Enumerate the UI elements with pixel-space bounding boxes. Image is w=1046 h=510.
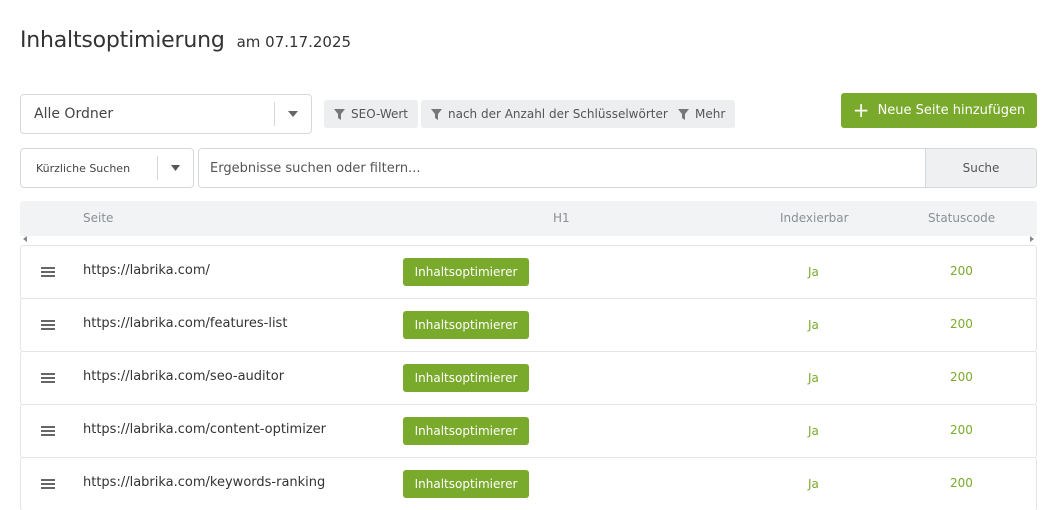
indexable-value: Ja (808, 424, 819, 438)
drag-handle-icon[interactable] (41, 320, 55, 330)
drag-handle-icon[interactable] (41, 479, 55, 489)
scroll-left-icon[interactable] (23, 236, 27, 242)
filter-keyword-count[interactable]: nach der Anzahl der Schlüsselwörter (421, 100, 678, 128)
page-url-link[interactable]: https://labrika.com/ (83, 263, 210, 278)
plus-icon: + (852, 97, 870, 122)
table-row: https://labrika.com/seo-auditor Inhaltso… (20, 351, 1037, 405)
indexable-value: Ja (808, 265, 819, 279)
filter-icon (678, 108, 689, 120)
search-button[interactable]: Suche (925, 149, 1036, 187)
page-header: Inhaltsoptimierung am 07.17.2025 (20, 28, 351, 53)
h1-badge: Inhaltsoptimierer (403, 364, 529, 392)
h1-badge: Inhaltsoptimierer (403, 311, 529, 339)
column-header-page[interactable]: Seite (83, 211, 113, 225)
page-url-link[interactable]: https://labrika.com/seo-auditor (83, 369, 284, 384)
indexable-value: Ja (808, 371, 819, 385)
search-input[interactable] (199, 149, 925, 187)
table-header: Seite H1 Indexierbar Statuscode (20, 201, 1037, 236)
add-page-button-label: Neue Seite hinzufügen (877, 103, 1026, 118)
folder-select[interactable]: Alle Ordner (20, 94, 312, 134)
drag-handle-icon[interactable] (41, 373, 55, 383)
filter-icon (431, 108, 442, 120)
filter-seo-value[interactable]: SEO-Wert (324, 100, 419, 128)
horizontal-scrollbar[interactable] (20, 235, 1037, 245)
status-code-value: 200 (950, 476, 973, 490)
h1-badge: Inhaltsoptimierer (403, 470, 529, 498)
status-code-value: 200 (950, 264, 973, 278)
filter-seo-value-label: SEO-Wert (351, 107, 409, 121)
folder-select-value: Alle Ordner (34, 106, 114, 122)
scroll-right-icon[interactable] (1030, 236, 1034, 242)
table-row: https://labrika.com/ Inhaltsoptimierer J… (20, 245, 1037, 299)
h1-badge: Inhaltsoptimierer (403, 417, 529, 445)
recent-searches-select[interactable]: Kürzliche Suchen (20, 148, 194, 188)
chevron-down-icon[interactable] (275, 111, 311, 117)
filter-keyword-count-label: nach der Anzahl der Schlüsselwörter (448, 107, 668, 121)
column-header-status-code[interactable]: Statuscode (928, 211, 995, 225)
page-url-link[interactable]: https://labrika.com/keywords-ranking (83, 475, 325, 490)
table-row: https://labrika.com/keywords-ranking Inh… (20, 457, 1037, 510)
chevron-down-icon[interactable] (158, 165, 193, 171)
table-row: https://labrika.com/content-optimizer In… (20, 404, 1037, 458)
filter-more-label: Mehr (695, 107, 726, 121)
page-date: am 07.17.2025 (236, 33, 352, 51)
column-header-h1[interactable]: H1 (553, 211, 570, 225)
search-bar: Suche (198, 148, 1037, 188)
status-code-value: 200 (950, 370, 973, 384)
page-url-link[interactable]: https://labrika.com/content-optimizer (83, 422, 326, 437)
drag-handle-icon[interactable] (41, 426, 55, 436)
h1-badge: Inhaltsoptimierer (403, 258, 529, 286)
drag-handle-icon[interactable] (41, 267, 55, 277)
add-page-button[interactable]: + Neue Seite hinzufügen (841, 93, 1037, 128)
recent-searches-value: Kürzliche Suchen (36, 161, 131, 175)
indexable-value: Ja (808, 477, 819, 491)
column-header-indexable[interactable]: Indexierbar (780, 211, 849, 225)
page-url-link[interactable]: https://labrika.com/features-list (83, 316, 287, 331)
filter-more[interactable]: Mehr (668, 100, 736, 128)
page-title: Inhaltsoptimierung (20, 28, 225, 53)
status-code-value: 200 (950, 317, 973, 331)
indexable-value: Ja (808, 318, 819, 332)
filter-icon (334, 108, 345, 120)
table-row: https://labrika.com/features-list Inhalt… (20, 298, 1037, 352)
status-code-value: 200 (950, 423, 973, 437)
